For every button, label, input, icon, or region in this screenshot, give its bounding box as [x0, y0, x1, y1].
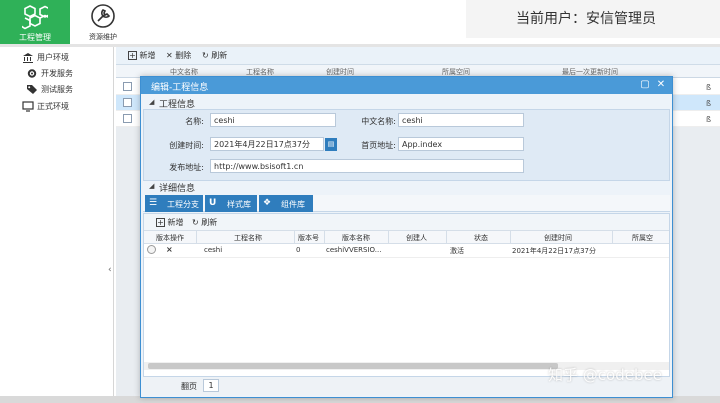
row-checkbox[interactable]: [123, 98, 132, 107]
cell-version: 0: [296, 246, 301, 254]
collapse-triangle-icon: ◢: [149, 98, 155, 106]
page-number-input[interactable]: 1: [203, 379, 219, 392]
cn-name-label: 中文名称:: [361, 117, 396, 126]
row-edge-icon: ß: [706, 99, 712, 108]
bank-icon: [23, 53, 33, 63]
dialog-title: 编辑-工程信息: [151, 83, 209, 93]
home-url-label: 首页地址:: [361, 141, 396, 150]
cell-created: 2021年4月22日17点37分: [512, 247, 596, 255]
add-icon: +: [128, 51, 137, 60]
current-user: 当前用户：安信管理员: [516, 11, 656, 27]
gear-icon: [27, 69, 37, 78]
refresh-button[interactable]: ↻ 刷新: [202, 50, 227, 61]
edit-project-dialog: 编辑-工程信息 ▢ ✕ ◢ 工程信息 名称: 中文名称: 创建时间: ▤ 首页地…: [140, 76, 673, 398]
cell-project: ceshi: [204, 246, 223, 254]
tab-project-branch[interactable]: ☰ 工程分支: [145, 195, 203, 212]
section-detail-info[interactable]: ◢ 详细信息: [143, 181, 670, 194]
watermark: 知乎 @codebee: [548, 366, 662, 384]
sidebar-item-label: 测试服务: [41, 85, 73, 94]
row-checkbox[interactable]: [123, 82, 132, 91]
publish-url-field[interactable]: [210, 159, 524, 173]
home-url-field[interactable]: [398, 137, 524, 151]
tab-component-library[interactable]: ❖ 组件库: [259, 195, 313, 212]
components-icon: ❖: [263, 198, 272, 208]
wrench-icon: [91, 4, 115, 28]
refresh-icon: ↻: [192, 218, 199, 227]
sidebar-item-label: 正式环境: [37, 102, 69, 111]
add-icon: +: [156, 218, 165, 227]
scrollbar-thumb[interactable]: [148, 363, 558, 369]
close-icon[interactable]: ✕: [655, 79, 667, 91]
project-form: 名称: 中文名称: 创建时间: ▤ 首页地址: 发布地址:: [143, 109, 670, 181]
maximize-icon[interactable]: ▢: [639, 79, 651, 91]
pager-label: 翻页: [181, 382, 197, 391]
collapse-triangle-icon: ◢: [149, 182, 155, 190]
column-header: 版本名称: [342, 234, 370, 242]
branch-toolbar: + 新增 ↻ 刷新: [144, 214, 669, 231]
name-field[interactable]: [210, 113, 336, 127]
delete-button[interactable]: ✕ 删除: [166, 50, 191, 61]
delete-row-icon[interactable]: ×: [166, 245, 173, 254]
branch-add-button[interactable]: + 新增: [156, 217, 184, 228]
tag-icon: [27, 85, 37, 94]
tab-style-library[interactable]: U 样式库: [205, 195, 257, 212]
created-time-label: 创建时间:: [169, 141, 204, 150]
sidebar-item-dev-service[interactable]: 开发服务: [26, 67, 112, 81]
branch-grid: + 新增 ↻ 刷新 版本操作 工程名称 版本号 版本名称 创建人 状态 创建时间…: [143, 213, 670, 377]
nav-project-management[interactable]: 工程管理: [0, 0, 70, 44]
column-header: 所属空: [632, 234, 653, 242]
top-header: 工程管理 资源维护 当前用户：安信管理员: [0, 0, 720, 44]
created-time-field[interactable]: [210, 137, 324, 151]
delete-icon: ✕: [166, 51, 173, 60]
sidebar-item-test-service[interactable]: 测试服务: [26, 83, 112, 97]
detail-tabs: ☰ 工程分支 U 样式库 ❖ 组件库: [143, 195, 670, 212]
column-header: 版本操作: [156, 234, 184, 242]
sidebar-item-prod-env[interactable]: 正式环境: [22, 100, 112, 114]
section-project-info[interactable]: ◢ 工程信息: [143, 97, 670, 110]
list-icon: ☰: [149, 198, 158, 208]
cubes-icon: [22, 5, 48, 30]
table-row[interactable]: × ceshi 0 ceshiVVERSIO... 激活 2021年4月22日1…: [144, 244, 669, 258]
nav-label: 资源维护: [89, 33, 117, 41]
row-edge-icon: ß: [706, 83, 712, 92]
nav-label: 工程管理: [19, 33, 51, 42]
nav-resource-maintenance[interactable]: 资源维护: [80, 0, 126, 44]
cn-name-field[interactable]: [398, 113, 524, 127]
branch-refresh-button[interactable]: ↻ 刷新: [192, 217, 217, 228]
column-header: 创建人: [406, 234, 427, 242]
row-checkbox[interactable]: [123, 114, 132, 123]
column-header: 版本号: [298, 234, 319, 242]
column-header: 创建时间: [544, 234, 572, 242]
branch-grid-header: 版本操作 工程名称 版本号 版本名称 创建人 状态 创建时间 所属空: [144, 231, 669, 244]
column-header: 状态: [474, 234, 488, 242]
name-label: 名称:: [185, 117, 204, 126]
sidebar-item-label: 用户环境: [37, 53, 69, 62]
main-toolbar: + 新增 ✕ 删除 ↻ 刷新: [116, 47, 720, 65]
sidebar-item-user-env[interactable]: 用户环境: [22, 51, 112, 65]
monitor-icon: [22, 101, 34, 112]
cell-status: 激活: [450, 247, 464, 255]
cell-version-name: ceshiVVERSIO...: [326, 246, 382, 254]
underline-icon: U: [209, 198, 217, 208]
add-button[interactable]: + 新增: [128, 50, 156, 61]
row-radio[interactable]: [147, 245, 156, 254]
sidebar-item-label: 开发服务: [41, 69, 73, 78]
row-edge-icon: ß: [706, 115, 712, 124]
publish-url-label: 发布地址:: [169, 163, 204, 172]
sidebar: 用户环境 开发服务 测试服务 正式环境 ‹: [0, 47, 114, 403]
dialog-titlebar[interactable]: 编辑-工程信息 ▢ ✕: [141, 77, 672, 94]
user-info: 当前用户：安信管理员: [466, 0, 720, 38]
column-header: 工程名称: [234, 234, 262, 242]
collapse-sidebar-icon[interactable]: ‹: [108, 265, 112, 275]
calendar-icon[interactable]: ▤: [325, 138, 337, 151]
refresh-icon: ↻: [202, 51, 209, 60]
